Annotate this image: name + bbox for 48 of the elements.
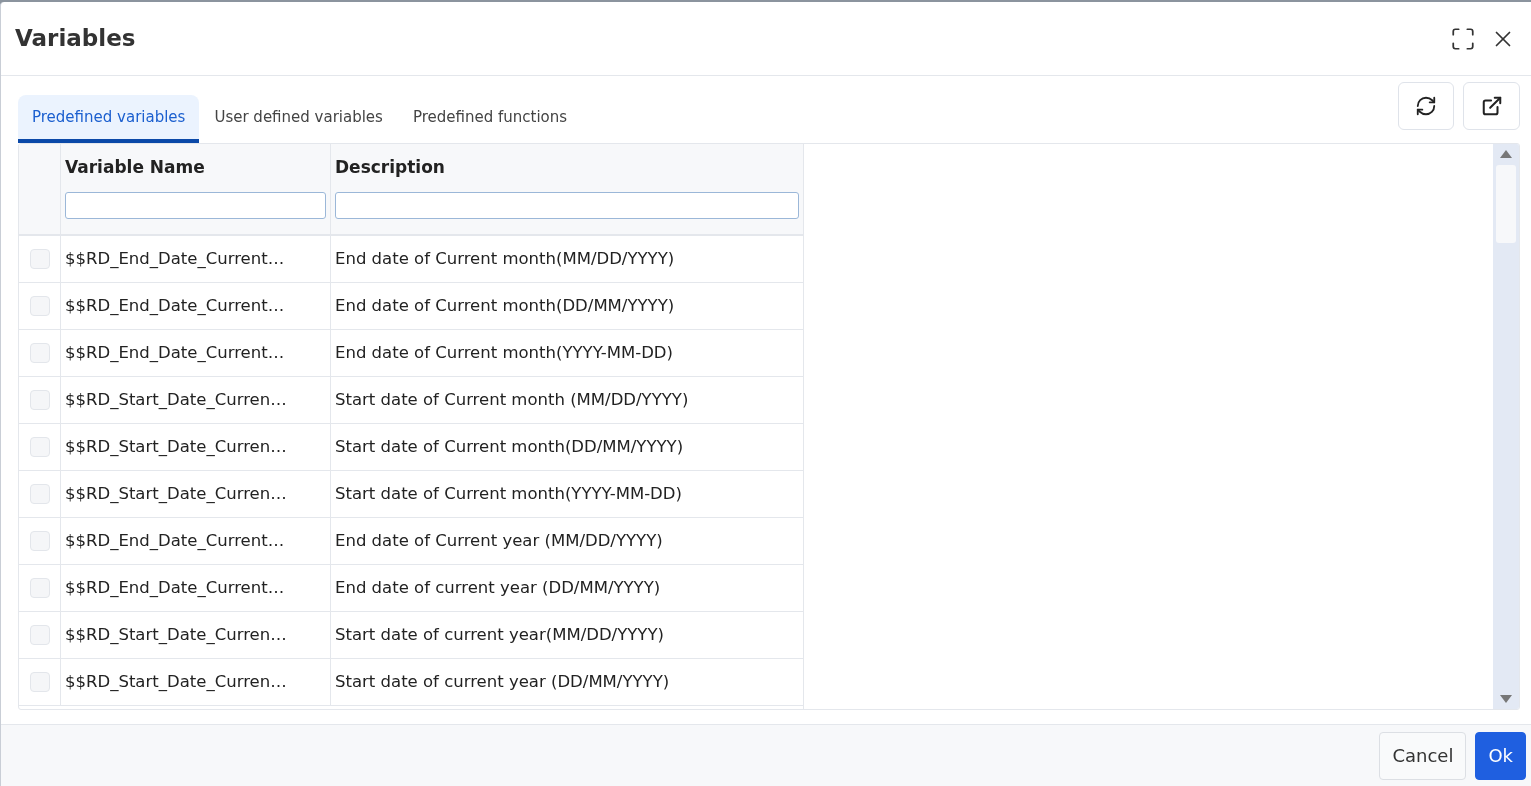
row-checkbox[interactable] <box>29 390 50 410</box>
table-cell-text: Start date of Current month(YYYY-MM-DD) <box>335 482 682 505</box>
tab[interactable]: User defined variables <box>199 95 398 143</box>
table-cell-text: $$RD_End_Date_Current… <box>65 341 285 364</box>
table-cell-text: $$RD_Start_Date_Curren… <box>65 435 287 458</box>
table-cell-text: $$RD_Start_Date_Curren… <box>65 623 287 646</box>
external-link-icon <box>1480 95 1503 117</box>
tab[interactable]: Predefined functions <box>397 95 583 143</box>
row-checkbox[interactable] <box>29 672 50 692</box>
table-cell-text: $$RD_End_Date_Current… <box>65 247 285 270</box>
refresh-button[interactable] <box>1398 82 1454 130</box>
table-cell-text: $$RD_Start_Date_Curren… <box>65 482 287 505</box>
secondary-button[interactable]: Cancel <box>1379 731 1467 780</box>
table-cell-text: $$RD_End_Date_Current… <box>65 294 285 317</box>
column-header: Variable Name <box>65 156 205 180</box>
filter-field[interactable] <box>65 192 326 219</box>
maximize-icon <box>1450 25 1476 52</box>
primary-button[interactable]: Ok <box>1475 731 1526 780</box>
table-cell-text: Start date of Current month(DD/MM/YYYY) <box>335 435 684 458</box>
scroll-down-arrow-icon[interactable] <box>1500 695 1512 703</box>
table-cell-text: End date of Current month(DD/MM/YYYY) <box>335 294 675 317</box>
table-cell-text: Start date of current year(MM/DD/YYYY) <box>335 623 664 646</box>
scroll-up-arrow-icon[interactable] <box>1500 150 1512 158</box>
row-checkbox[interactable] <box>29 437 50 457</box>
table-cell-text: Start date of current year (DD/MM/YYYY) <box>335 670 670 693</box>
table-cell-text: $$RD_End_Date_Current… <box>65 576 285 599</box>
open-external-button[interactable] <box>1463 82 1520 130</box>
row-checkbox[interactable] <box>29 343 50 363</box>
table-cell-text: $$RD_End_Date_Current… <box>65 529 285 552</box>
row-checkbox[interactable] <box>29 625 50 645</box>
column-header: Description <box>335 156 445 180</box>
table-cell-text: End date of Current year (MM/DD/YYYY) <box>335 529 663 552</box>
dialog-title: Variables <box>15 24 136 54</box>
filter-field[interactable] <box>335 192 799 219</box>
scrollbar[interactable] <box>1493 144 1519 709</box>
row-checkbox[interactable] <box>29 531 50 551</box>
row-checkbox[interactable] <box>29 249 50 269</box>
table-cell-text: End date of Current month(MM/DD/YYYY) <box>335 247 675 270</box>
table-cell-text: Start date of Current month (MM/DD/YYYY) <box>335 388 689 411</box>
refresh-icon <box>1415 95 1437 117</box>
row-checkbox[interactable] <box>29 484 50 504</box>
table-cell-text: End date of Current month(YYYY-MM-DD) <box>335 341 673 364</box>
table-cell-text: End date of current year (DD/MM/YYYY) <box>335 576 661 599</box>
tab[interactable]: Predefined variables <box>18 95 200 143</box>
table-cell-text: $$RD_Start_Date_Curren… <box>65 670 287 693</box>
table-cell-text: $$RD_Start_Date_Curren… <box>65 388 287 411</box>
row-checkbox[interactable] <box>29 578 50 598</box>
row-checkbox[interactable] <box>29 296 50 316</box>
